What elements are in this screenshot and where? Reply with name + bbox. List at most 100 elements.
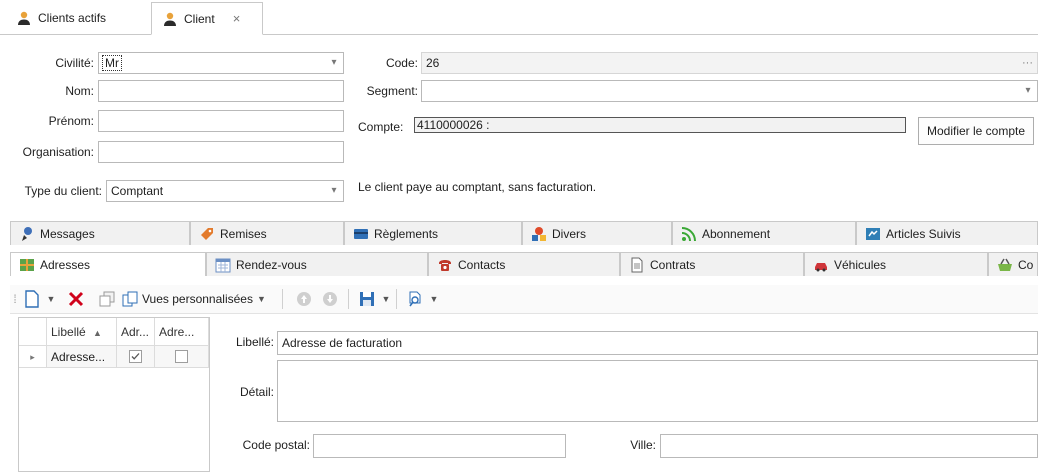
tab-label: Articles Suivis <box>886 226 961 241</box>
tab-label: Client <box>184 11 215 26</box>
toolbar-separator <box>348 289 351 309</box>
tab-label: Remises <box>220 226 267 241</box>
tab-reglements[interactable]: Règlements <box>344 221 522 245</box>
toolbar-separator <box>396 289 399 309</box>
check-icon <box>131 353 140 360</box>
tab-label: Véhicules <box>834 257 887 272</box>
messages-icon <box>22 226 32 241</box>
table-row-cell-adr[interactable] <box>117 346 155 368</box>
views-label: Vues personnalisées <box>142 292 253 306</box>
civilite-value: Mr <box>102 55 122 71</box>
chevron-down-icon[interactable]: ▾ <box>1019 81 1037 101</box>
delete-button[interactable] <box>64 289 88 309</box>
save-button[interactable] <box>356 289 378 309</box>
nom-label: Nom: <box>65 84 94 98</box>
phone-icon <box>439 259 451 271</box>
detail-libelle-field[interactable]: Adresse de facturation <box>277 331 1038 355</box>
checkbox-checked[interactable] <box>129 350 142 363</box>
tab-rendez-vous[interactable]: Rendez-vous <box>206 252 428 276</box>
custom-views-button[interactable]: Vues personnalisées ▼ <box>122 289 276 309</box>
close-icon[interactable]: × <box>233 11 241 26</box>
move-up-button[interactable] <box>294 289 314 309</box>
type-client-label: Type du client: <box>24 184 102 198</box>
type-client-value: Comptant <box>111 184 164 198</box>
table-row-cell-libelle[interactable]: Adresse... <box>47 346 117 368</box>
tab-divers[interactable]: Divers <box>522 221 672 245</box>
arrow-up-icon <box>297 292 311 306</box>
organisation-field[interactable] <box>98 141 344 163</box>
grid-header-adr[interactable]: Adr... <box>117 318 155 346</box>
move-down-button[interactable] <box>320 289 340 309</box>
tab-abonnement[interactable]: Abonnement <box>672 221 856 245</box>
tab-co[interactable]: Co <box>988 252 1038 276</box>
chevron-down-icon[interactable]: ▼ <box>44 289 58 309</box>
type-client-select[interactable]: Comptant ▾ <box>106 180 344 202</box>
civilite-select[interactable]: Mr ▾ <box>98 52 344 74</box>
copy-icon <box>99 291 115 307</box>
tab-vehicules[interactable]: Véhicules <box>804 252 988 276</box>
ellipsis-icon[interactable]: ··· <box>1022 53 1033 73</box>
tab-contrats[interactable]: Contrats <box>620 252 804 276</box>
modifier-compte-button[interactable]: Modifier le compte <box>918 117 1034 145</box>
prenom-label: Prénom: <box>48 114 94 128</box>
tab-label: Contrats <box>650 257 696 272</box>
code-field[interactable]: 26 ··· <box>421 52 1038 74</box>
tab-messages[interactable]: Messages <box>10 221 190 245</box>
tab-articles-suivis[interactable]: Articles Suivis <box>856 221 1038 245</box>
chevron-down-icon[interactable]: ▼ <box>380 289 392 309</box>
tab-adresses[interactable]: Adresses <box>10 252 206 276</box>
column-label: Libellé <box>51 325 86 339</box>
ville-label: Ville: <box>630 438 656 452</box>
person-icon <box>164 12 176 26</box>
document-icon <box>631 257 643 272</box>
rss-icon <box>681 226 696 241</box>
tab-label: Co <box>1018 257 1034 272</box>
chevron-down-icon[interactable]: ▾ <box>325 181 343 201</box>
tab-label: Clients actifs <box>38 11 107 25</box>
tracked-items-icon <box>866 227 880 240</box>
grid-header-libelle[interactable]: Libellé ▲ <box>47 318 117 346</box>
code-value: 26 <box>426 56 440 70</box>
nom-field[interactable] <box>98 80 344 102</box>
chevron-down-icon[interactable]: ▾ <box>325 53 343 73</box>
tab-contacts[interactable]: Contacts <box>428 252 620 276</box>
table-row-cell-adre[interactable] <box>155 346 209 368</box>
chevron-down-icon: ▼ <box>256 294 266 304</box>
preview-button[interactable] <box>404 289 426 309</box>
tab-client[interactable]: Client × <box>151 2 263 35</box>
tab-row-1: Messages Remises Règlements Divers Abonn… <box>10 221 1038 245</box>
tab-label: Contacts <box>458 257 506 272</box>
code-label: Code: <box>385 56 418 70</box>
addresses-toolbar: ⁞ ▼ Vues personnalisées ▼ ▼ ▼ <box>10 285 1038 314</box>
new-button[interactable] <box>22 289 42 309</box>
grid-header-adre[interactable]: Adre... <box>155 318 209 346</box>
code-postal-field[interactable] <box>313 434 566 458</box>
person-icon <box>18 11 30 25</box>
toolbar-separator <box>282 289 285 309</box>
tab-label: Divers <box>552 226 587 241</box>
chevron-down-icon[interactable]: ▼ <box>428 289 440 309</box>
tab-clients-actifs[interactable]: Clients actifs <box>6 2 116 34</box>
copy-button[interactable] <box>96 289 118 309</box>
civilite-label: Civilité: <box>55 56 94 70</box>
code-postal-label: Code postal: <box>242 438 310 452</box>
row-indicator-icon: ▸ <box>19 346 47 368</box>
discount-tag-icon <box>201 227 213 240</box>
addresses-grid[interactable]: Libellé ▲ Adr... Adre... ▸ Adresse... <box>18 317 210 472</box>
prenom-field[interactable] <box>98 110 344 132</box>
tab-label: Abonnement <box>702 226 771 241</box>
checkbox-unchecked[interactable] <box>175 350 188 363</box>
tab-row-2: Adresses Rendez-vous Contacts Contrats V… <box>10 252 1038 276</box>
grid-indicator-header <box>19 318 47 346</box>
tab-label: Messages <box>40 226 95 241</box>
new-document-icon <box>25 290 39 308</box>
ville-field[interactable] <box>660 434 1038 458</box>
arrow-down-icon <box>323 292 337 306</box>
segment-select[interactable]: ▾ <box>421 80 1038 102</box>
type-client-description: Le client paye au comptant, sans factura… <box>358 180 597 194</box>
compte-label: Compte: <box>358 120 404 134</box>
tab-remises[interactable]: Remises <box>190 221 344 245</box>
save-icon <box>360 292 374 306</box>
detail-textarea[interactable] <box>277 360 1038 422</box>
segment-label: Segment: <box>366 84 418 98</box>
